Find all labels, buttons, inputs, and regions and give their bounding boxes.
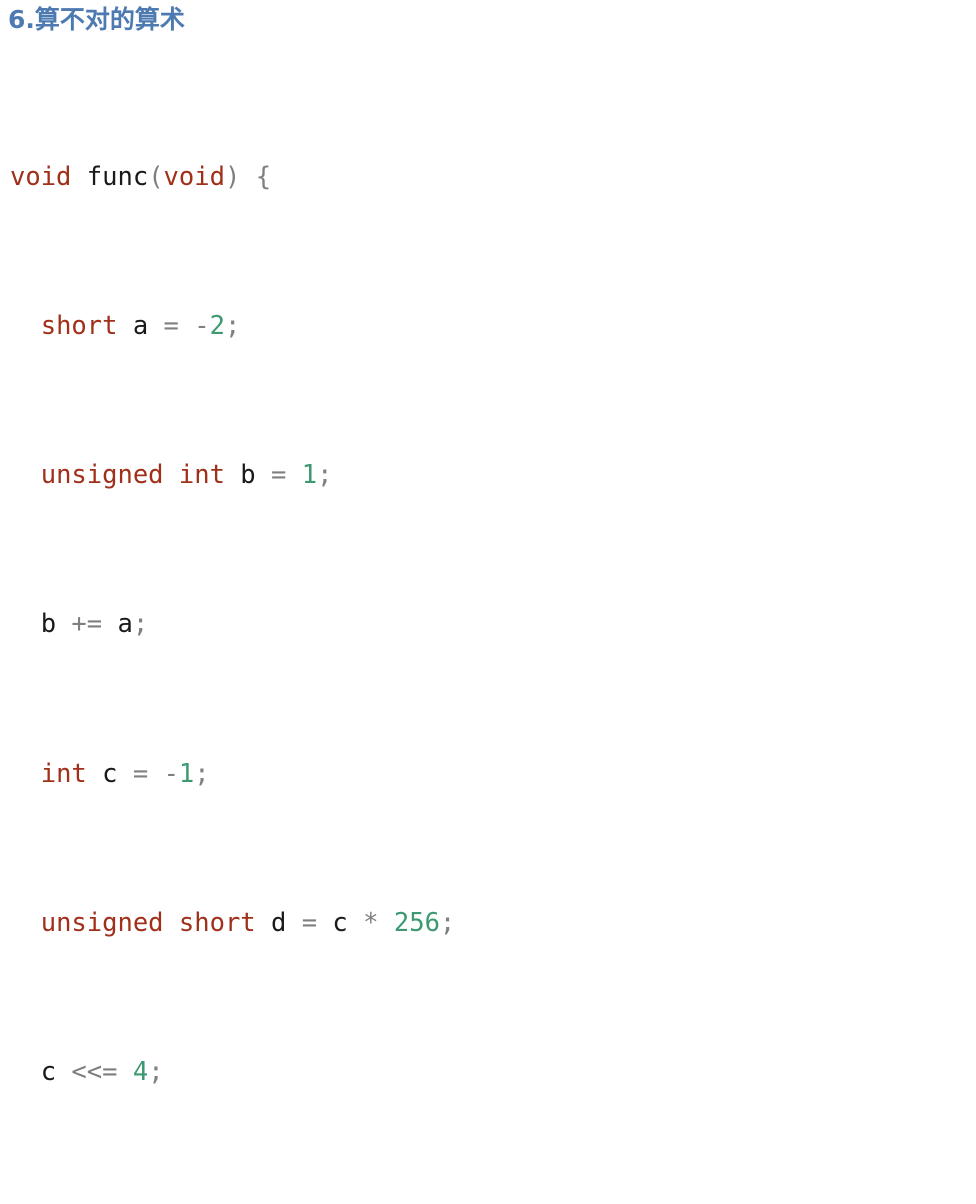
code-line: int e = 2; [10, 1203, 970, 1204]
code-token-keyword: short [40, 311, 118, 342]
code-token-identifier: c [86, 758, 133, 789]
code-token-keyword: int [40, 758, 87, 789]
code-token-punct: ; [224, 311, 241, 342]
code-token-punct: ; [317, 460, 333, 491]
code-token-number: 1 [178, 758, 195, 789]
code-token-number: 4 [132, 1057, 149, 1088]
code-line: unsigned short d = c * 256; [10, 905, 970, 942]
slide-canvas: 6.算不对的算术 void func(void) { short a = -2;… [0, 0, 976, 1087]
code-token-punct: ; [439, 907, 456, 938]
code-token-number: 2 [209, 311, 225, 342]
code-token-keyword: unsigned int [40, 460, 225, 491]
code-token-identifier: a [117, 311, 164, 342]
code-token-indent [10, 311, 41, 341]
code-token-operator: * [363, 907, 379, 938]
code-line: void func(void) { [10, 159, 970, 196]
code-token-identifier: d [255, 907, 302, 938]
code-token-operator: += [71, 609, 103, 640]
page-title: 6.算不对的算术 [8, 5, 185, 34]
code-token-punct: ; [148, 1057, 164, 1088]
code-token-identifier: c [317, 907, 364, 938]
code-token-identifier: b [224, 460, 272, 491]
code-token-keyword: void [10, 161, 72, 192]
code-token-operator: = [271, 460, 287, 491]
code-token-punct: ) [224, 161, 241, 192]
code-token-identifier: b [10, 609, 72, 640]
code-token-operator: = [163, 311, 179, 342]
code-line: unsigned int b = 1; [10, 457, 970, 494]
code-token-keyword: unsigned short [40, 907, 256, 938]
code-block: void func(void) { short a = -2; unsigned… [10, 47, 970, 1204]
code-token-indent [10, 908, 41, 938]
code-token-operator: = [132, 758, 149, 789]
code-token-number: 256 [393, 907, 440, 938]
code-token-identifier: a [102, 609, 133, 640]
code-token-operator: <<= [71, 1057, 118, 1088]
code-token-operator: - [194, 311, 210, 342]
code-line: short a = -2; [10, 308, 970, 345]
code-token-punct: ; [194, 758, 210, 789]
code-token-punct: ; [132, 609, 149, 640]
code-token-punct: { [255, 161, 272, 192]
code-token-punct: ( [148, 161, 164, 192]
code-token-indent [10, 460, 41, 490]
code-line: int c = -1; [10, 756, 970, 793]
code-token-operator: = [301, 907, 318, 938]
code-line: c <<= 4; [10, 1054, 970, 1091]
code-token-operator: - [163, 758, 179, 789]
code-token-keyword: void [163, 161, 225, 192]
code-line: b += a; [10, 606, 970, 643]
code-token-number: 1 [301, 460, 318, 491]
code-token-identifier: func [71, 161, 149, 192]
code-token-indent [10, 759, 41, 789]
code-token-identifier: c [10, 1057, 72, 1088]
